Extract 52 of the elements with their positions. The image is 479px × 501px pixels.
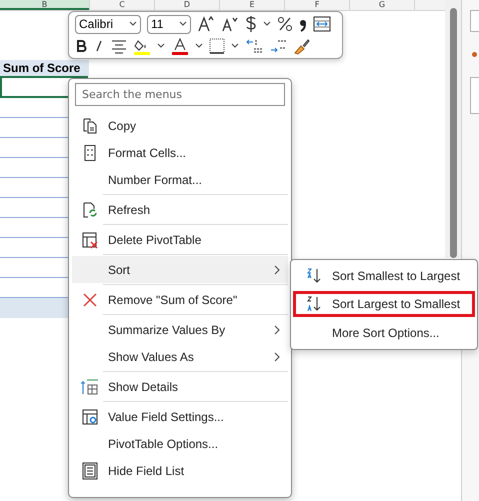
column-header[interactable]: D — [155, 0, 220, 10]
caret-icon[interactable] — [231, 42, 239, 49]
menu-item[interactable]: Value Field Settings... — [72, 403, 288, 430]
menu-item[interactable]: Sort — [72, 256, 288, 283]
sort-descending-icon — [305, 295, 323, 314]
menu-item[interactable]: Format Cells... — [72, 139, 288, 166]
pivot-header-cell: Sum of Score — [0, 60, 89, 76]
column-header[interactable]: E — [220, 0, 285, 10]
menu-item[interactable]: Remove "Sum of Score" — [72, 286, 288, 313]
menu-item[interactable]: Hide Field List — [72, 457, 288, 484]
increase-decimal-icon[interactable] — [245, 36, 263, 55]
grand-total-row — [0, 298, 68, 318]
grow-font-icon[interactable] — [197, 15, 215, 34]
menu-item[interactable]: Show Values As — [72, 343, 288, 370]
caret-icon[interactable] — [195, 42, 203, 49]
caret-icon[interactable] — [263, 21, 271, 28]
menu-item[interactable]: More Sort Options... — [293, 320, 475, 346]
menu-item[interactable]: Summarize Values By — [72, 316, 288, 343]
menu-item[interactable]: PivotTable Options... — [72, 430, 288, 457]
search-field[interactable]: Search the menus — [75, 83, 285, 106]
column-header[interactable]: G — [350, 0, 415, 10]
shrink-font-icon[interactable] — [221, 15, 239, 34]
column-header[interactable]: C — [90, 0, 155, 10]
field-settings-icon — [81, 408, 99, 426]
borders-icon[interactable] — [209, 38, 225, 54]
menu-item[interactable]: Copy — [72, 112, 288, 139]
refresh-icon — [81, 200, 99, 218]
copy-icon — [81, 116, 99, 134]
column-header[interactable]: B — [0, 0, 90, 10]
sort-ascending-icon — [305, 267, 323, 286]
column-header[interactable]: F — [285, 0, 350, 10]
menu-item[interactable]: Sort Largest to Smallest — [293, 291, 475, 318]
caret-icon[interactable] — [157, 42, 165, 49]
caret-icon[interactable] — [129, 21, 137, 28]
show-details-icon — [81, 378, 99, 396]
menu-item[interactable]: Refresh — [72, 196, 288, 223]
menu-item[interactable]: Sort Smallest to Largest — [293, 263, 475, 290]
font-color-icon[interactable] — [171, 36, 189, 55]
menu-item[interactable]: Delete PivotTable — [72, 226, 288, 253]
menu-item[interactable]: Show Details — [72, 373, 288, 400]
percent-icon[interactable] — [277, 15, 293, 34]
merge-cells-icon[interactable] — [313, 15, 331, 34]
field-list-icon — [81, 462, 99, 480]
menu-item[interactable]: Number Format... — [72, 166, 288, 193]
remove-x-icon — [81, 290, 99, 308]
font-size-field[interactable]: 11 — [147, 14, 191, 34]
format-painter-icon[interactable] — [293, 36, 311, 55]
delete-table-icon — [81, 230, 99, 248]
dollar-icon[interactable] — [245, 15, 257, 34]
font-name-field[interactable]: Calibri — [75, 14, 141, 34]
caret-icon[interactable] — [179, 21, 187, 28]
scrollbar[interactable] — [445, 0, 461, 258]
